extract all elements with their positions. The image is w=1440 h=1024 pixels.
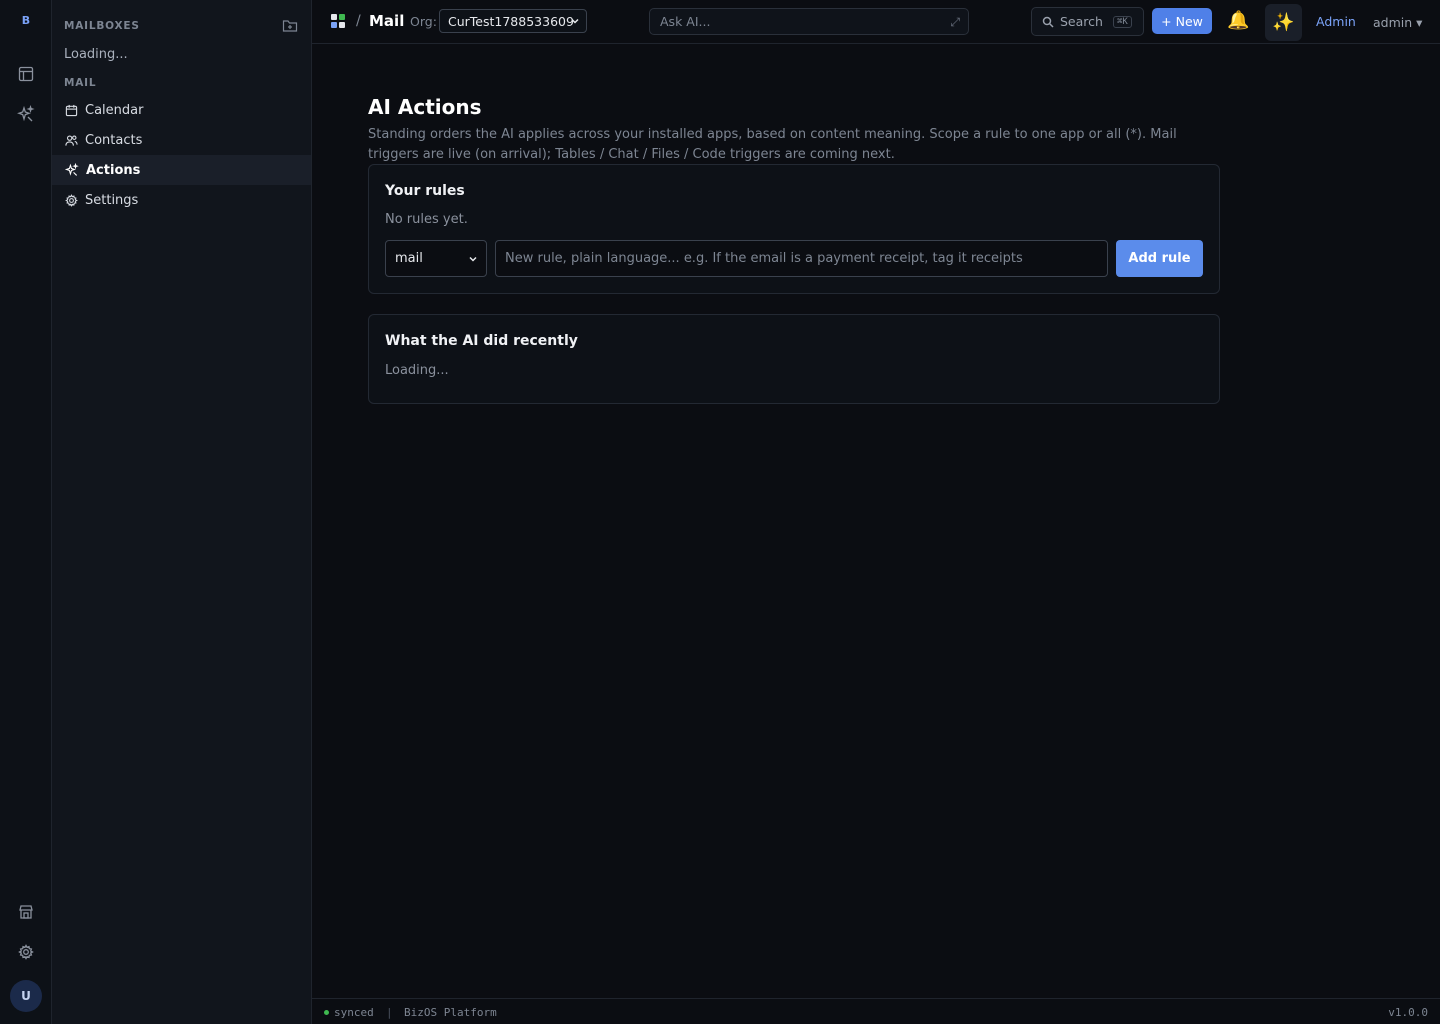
search-icon bbox=[1042, 16, 1054, 28]
ai-actions-icon[interactable] bbox=[16, 104, 36, 124]
new-folder-icon[interactable] bbox=[282, 18, 298, 34]
new-rule-input[interactable] bbox=[495, 240, 1108, 277]
calendar-icon bbox=[65, 104, 78, 116]
sidebar-item-settings[interactable]: Settings bbox=[52, 185, 311, 215]
page-title: AI Actions bbox=[368, 95, 482, 119]
rules-card: Your rules No rules yet. mail Add rule bbox=[368, 164, 1220, 294]
org-select[interactable]: CurTest1788533609 bbox=[439, 9, 587, 33]
new-button[interactable]: + New bbox=[1152, 8, 1212, 34]
app-rail: B U bbox=[0, 0, 52, 1024]
mailboxes-loading: Loading... bbox=[64, 47, 128, 62]
org-select-value: CurTest1788533609 bbox=[448, 13, 574, 29]
platform-name: BizOS Platform bbox=[404, 1006, 497, 1019]
rule-app-select-value: mail bbox=[395, 251, 423, 266]
gear-icon bbox=[65, 193, 78, 207]
ask-ai-input[interactable]: Ask AI... ⤢ bbox=[649, 8, 969, 35]
ai-assistant-button[interactable]: ✨ bbox=[1265, 4, 1302, 41]
sparkles-icon bbox=[65, 163, 79, 176]
app-grid-icon[interactable] bbox=[331, 14, 345, 28]
contacts-icon bbox=[65, 134, 78, 146]
search-button[interactable]: Search ⌘K bbox=[1031, 7, 1144, 36]
breadcrumb-app[interactable]: Mail bbox=[369, 12, 404, 30]
sidebar-item-contacts[interactable]: Contacts bbox=[52, 125, 311, 155]
mailboxes-heading: MAILBOXES bbox=[64, 20, 140, 32]
sidebar-item-label: Actions bbox=[86, 162, 141, 178]
sparkles-icon: ✨ bbox=[1272, 12, 1295, 33]
sync-status-dot bbox=[324, 1010, 329, 1015]
expand-icon[interactable]: ⤢ bbox=[950, 15, 960, 30]
breadcrumb-separator: / bbox=[356, 13, 361, 29]
sync-status: synced bbox=[334, 1006, 374, 1019]
notifications-bell-icon[interactable]: 🔔 bbox=[1227, 10, 1249, 31]
mail-section-heading: MAIL bbox=[64, 77, 97, 89]
tables-icon[interactable] bbox=[16, 64, 36, 84]
user-avatar[interactable]: U bbox=[10, 980, 42, 1012]
app-version: v1.0.0 bbox=[1388, 1006, 1428, 1019]
sidebar-item-actions[interactable]: Actions bbox=[52, 155, 311, 185]
store-icon[interactable] bbox=[16, 902, 36, 922]
sidebar-item-label: Settings bbox=[85, 192, 139, 208]
recent-activity-loading: Loading... bbox=[385, 363, 449, 378]
sidebar-item-label: Calendar bbox=[85, 102, 144, 118]
org-label: Org: bbox=[410, 14, 437, 29]
ask-ai-placeholder: Ask AI... bbox=[660, 14, 711, 29]
sidebar-item-calendar[interactable]: Calendar bbox=[52, 95, 311, 125]
rules-card-title: Your rules bbox=[385, 183, 465, 199]
add-rule-button[interactable]: Add rule bbox=[1116, 240, 1203, 277]
rule-app-select[interactable]: mail bbox=[385, 240, 487, 277]
status-bar: synced | BizOS Platform v1.0.0 bbox=[312, 998, 1440, 1024]
mail-sidebar: MAILBOXES Loading... MAIL Calendar Conta… bbox=[52, 0, 312, 1024]
app-logo[interactable]: B bbox=[0, 14, 52, 27]
user-menu[interactable]: admin ▾ bbox=[1373, 15, 1422, 30]
chevron-down-icon bbox=[469, 256, 477, 262]
page-description: Standing orders the AI applies across yo… bbox=[368, 127, 1177, 162]
admin-link[interactable]: Admin bbox=[1316, 14, 1356, 29]
recent-activity-title: What the AI did recently bbox=[385, 333, 578, 349]
chevron-down-icon bbox=[571, 18, 579, 24]
status-separator: | bbox=[386, 1006, 393, 1019]
search-label: Search bbox=[1060, 14, 1103, 29]
recent-activity-card: What the AI did recently Loading... bbox=[368, 314, 1220, 404]
rules-empty-text: No rules yet. bbox=[385, 212, 468, 227]
search-shortcut: ⌘K bbox=[1112, 15, 1132, 28]
gear-icon[interactable] bbox=[16, 942, 36, 962]
top-bar: / Mail Org: CurTest1788533609 Ask AI... … bbox=[312, 0, 1440, 44]
sidebar-item-label: Contacts bbox=[85, 132, 143, 148]
